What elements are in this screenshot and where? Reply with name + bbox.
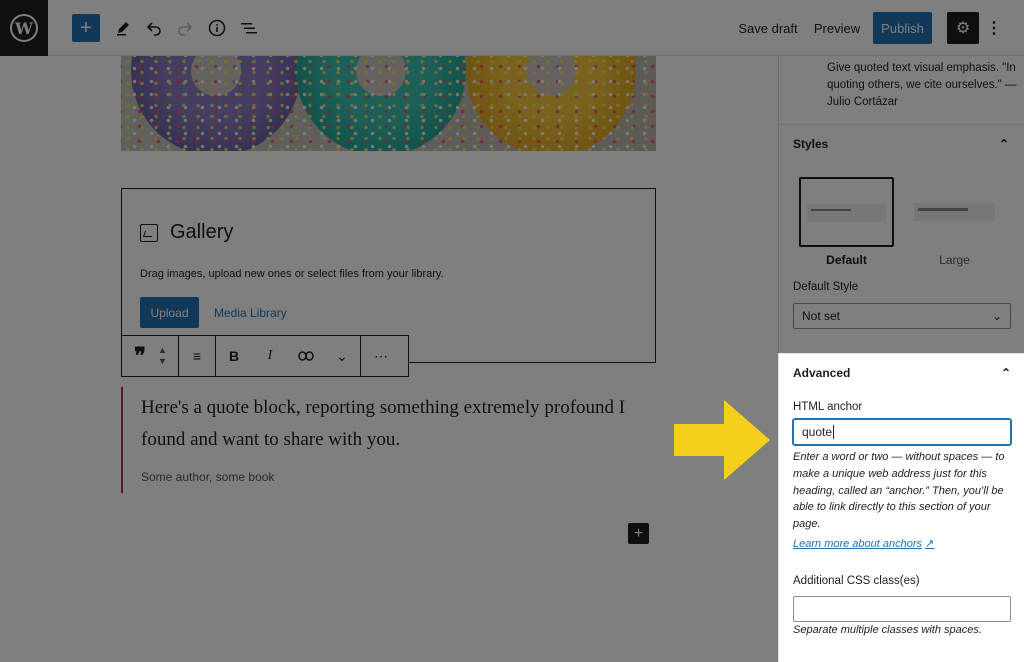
advanced-heading: Advanced [793, 366, 851, 380]
html-anchor-label: HTML anchor [793, 401, 863, 413]
advanced-panel-toggle[interactable]: Advanced ⌃ [793, 366, 1011, 380]
learn-more-anchors-text[interactable]: Learn more about anchors [793, 538, 922, 550]
chevron-up-icon: ⌃ [1000, 366, 1011, 380]
html-anchor-value: quote [802, 425, 833, 439]
dim-overlay-canvas [0, 0, 778, 662]
advanced-panel: Advanced ⌃ HTML anchor quote Enter a wor… [779, 353, 1024, 662]
external-link-icon: ↗ [925, 538, 935, 550]
css-class-input[interactable] [793, 596, 1011, 622]
yellow-arrow-icon [674, 400, 770, 480]
dim-overlay-sidebar [778, 0, 1024, 353]
css-class-help: Separate multiple classes with spaces. [793, 624, 982, 636]
html-anchor-input[interactable]: quote [793, 419, 1011, 445]
learn-more-anchors-link[interactable]: Learn more about anchors ↗ [793, 537, 934, 550]
html-anchor-help: Enter a word or two — without spaces — t… [793, 451, 1005, 531]
css-class-label: Additional CSS class(es) [793, 575, 920, 587]
